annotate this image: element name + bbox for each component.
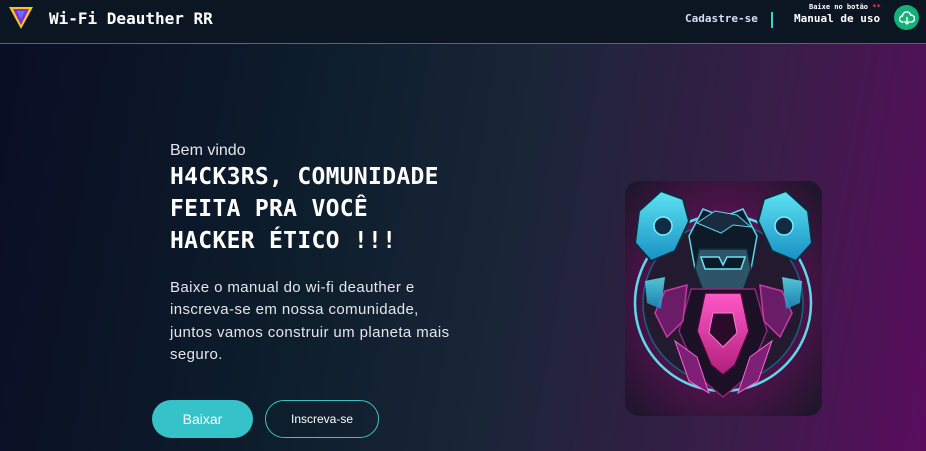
baixar-button[interactable]: Baixar [152, 400, 253, 438]
nav-signup-link[interactable]: Cadastre-se [685, 12, 758, 25]
description-line: Baixe o manual do wi-fi deauther e [170, 279, 415, 296]
hero-headline: H4CK3RS, COMUNIDADE FEITA PRA VOCÊ HACKE… [170, 161, 490, 257]
headline-line: FEITA PRA VOCÊ [170, 196, 369, 222]
triangle-logo-icon[interactable] [9, 7, 33, 29]
cloud-download-icon [898, 10, 915, 25]
download-hint-text: Baixe no botão [809, 3, 869, 11]
cloud-download-button[interactable] [894, 5, 919, 30]
hero-description: Baixe o manual do wi-fi deauther e inscr… [170, 277, 480, 366]
brand-title[interactable]: Wi-Fi Deauther RR [49, 9, 213, 28]
headline-line: HACKER ÉTICO !!! [170, 228, 397, 254]
hero-greeting: Bem vindo [170, 142, 246, 159]
download-hint: Baixe no botão ** [809, 3, 881, 11]
download-hint-marks: ** [872, 3, 881, 11]
top-navbar: Wi-Fi Deauther RR Baixe no botão ** Cada… [0, 0, 926, 44]
inscreva-se-button[interactable]: Inscreva-se [265, 400, 379, 438]
nav-separator [771, 12, 773, 28]
nav-manual-link[interactable]: Manual de uso [794, 12, 880, 25]
description-line: juntos vamos construir um planeta mais [170, 323, 450, 341]
description-line: inscreva-se em nossa comunidade, [170, 301, 419, 319]
headline-line: H4CK3RS, COMUNIDADE [170, 164, 439, 190]
description-line: seguro. [170, 345, 223, 363]
cyber-hacker-mask-illustration [625, 181, 822, 416]
